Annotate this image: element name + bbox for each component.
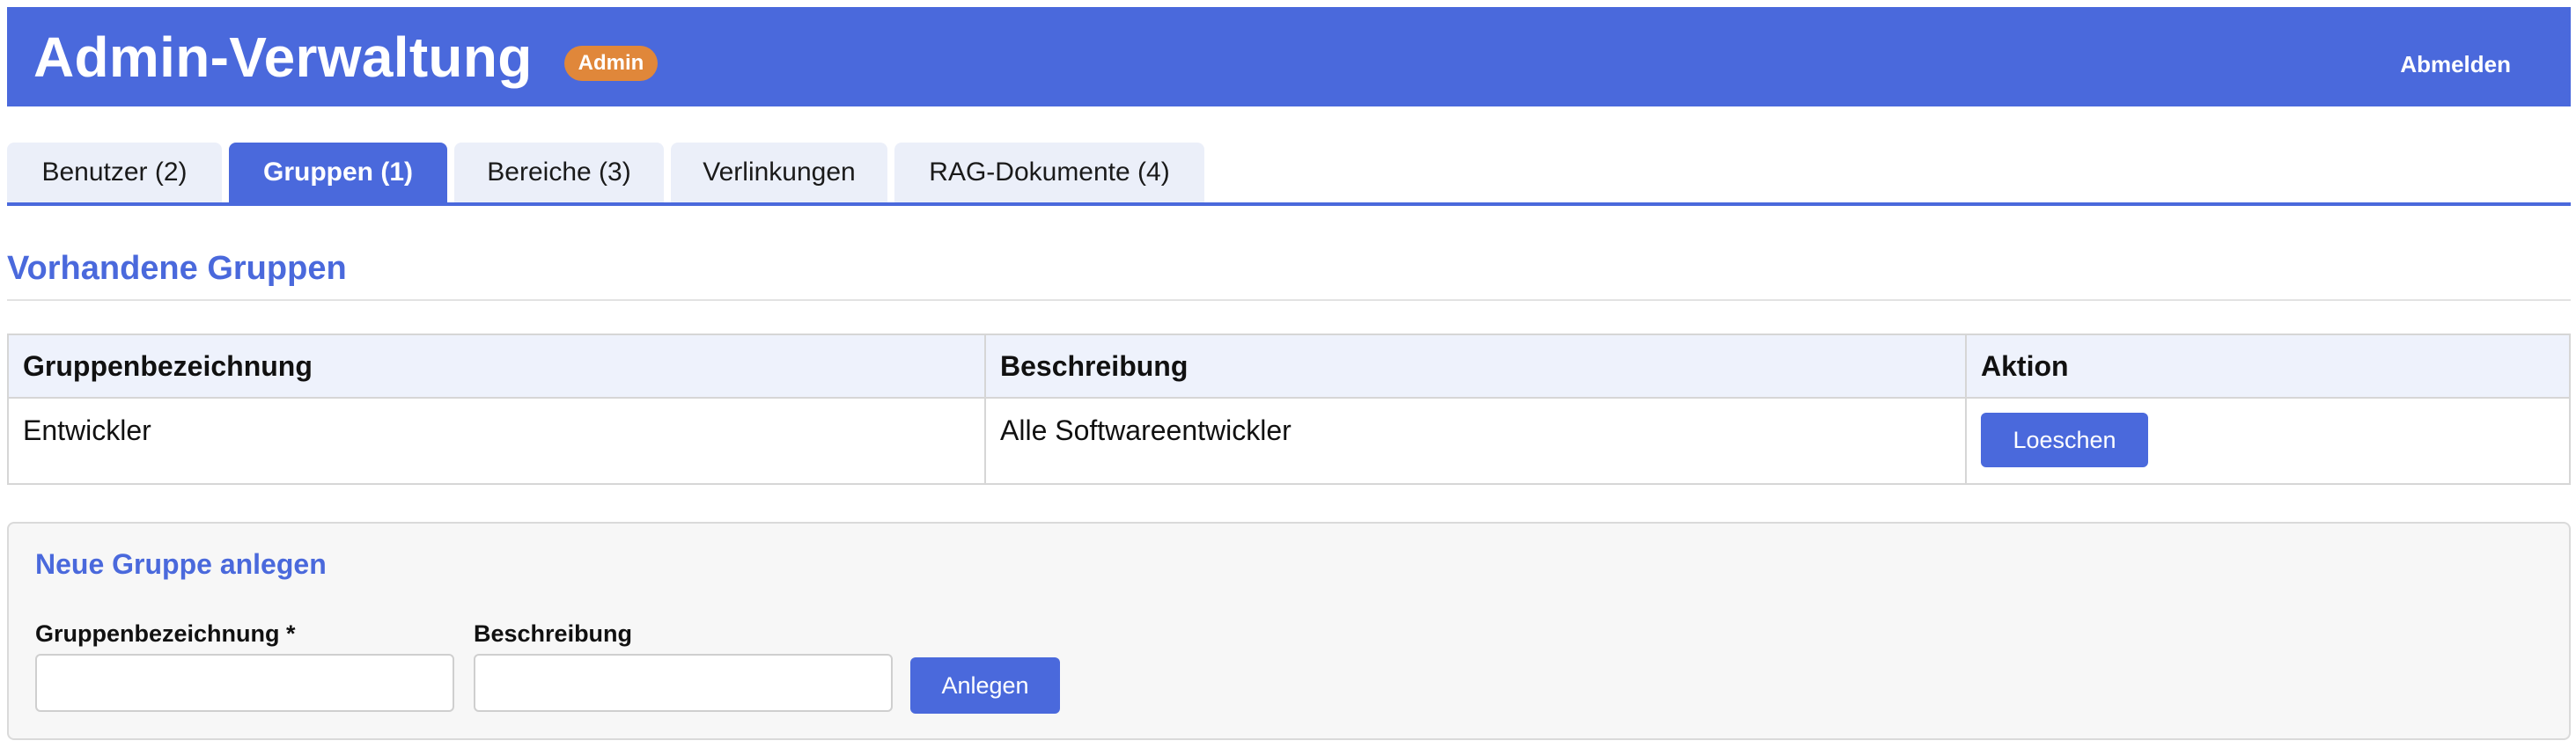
table-header-row: Gruppenbezeichnung Beschreibung Aktion: [7, 334, 2571, 399]
section-title: Vorhandene Gruppen: [7, 250, 347, 287]
logout-link[interactable]: Abmelden: [2400, 51, 2511, 78]
tab-users[interactable]: Benutzer (2): [7, 143, 222, 202]
column-header-name: Gruppenbezeichnung: [7, 334, 986, 399]
app-header: Admin-Verwaltung Admin Abmelden: [7, 7, 2571, 106]
tab-links[interactable]: Verlinkungen: [671, 143, 887, 202]
tab-areas[interactable]: Bereiche (3): [454, 143, 664, 202]
cell-group-name: Entwickler: [7, 397, 986, 485]
section-divider: [7, 299, 2571, 301]
role-badge: Admin: [563, 45, 659, 81]
form-title: Neue Gruppe anlegen: [35, 548, 327, 580]
groups-table: Gruppenbezeichnung Beschreibung Aktion E…: [7, 334, 2571, 485]
group-name-label: Gruppenbezeichnung *: [35, 620, 296, 647]
table-row: Entwickler Alle Softwareentwickler Loesc…: [7, 397, 2571, 485]
tab-rag-documents[interactable]: RAG-Dokumente (4): [894, 143, 1204, 202]
tab-bar: Benutzer (2) Gruppen (1) Bereiche (3) Ve…: [7, 143, 2571, 206]
delete-button[interactable]: Loeschen: [1981, 413, 2148, 467]
description-label: Beschreibung: [474, 620, 633, 647]
column-header-action: Aktion: [1965, 334, 2571, 399]
cell-action: Loeschen: [1965, 397, 2571, 485]
new-group-form: Neue Gruppe anlegen Gruppenbezeichnung *…: [7, 522, 2571, 740]
group-name-input[interactable]: [35, 654, 454, 712]
tab-groups[interactable]: Gruppen (1): [229, 143, 447, 202]
create-button[interactable]: Anlegen: [910, 657, 1060, 714]
cell-group-description: Alle Softwareentwickler: [984, 397, 1967, 485]
column-header-description: Beschreibung: [984, 334, 1967, 399]
description-input[interactable]: [474, 654, 893, 712]
page-title: Admin-Verwaltung: [33, 25, 533, 89]
